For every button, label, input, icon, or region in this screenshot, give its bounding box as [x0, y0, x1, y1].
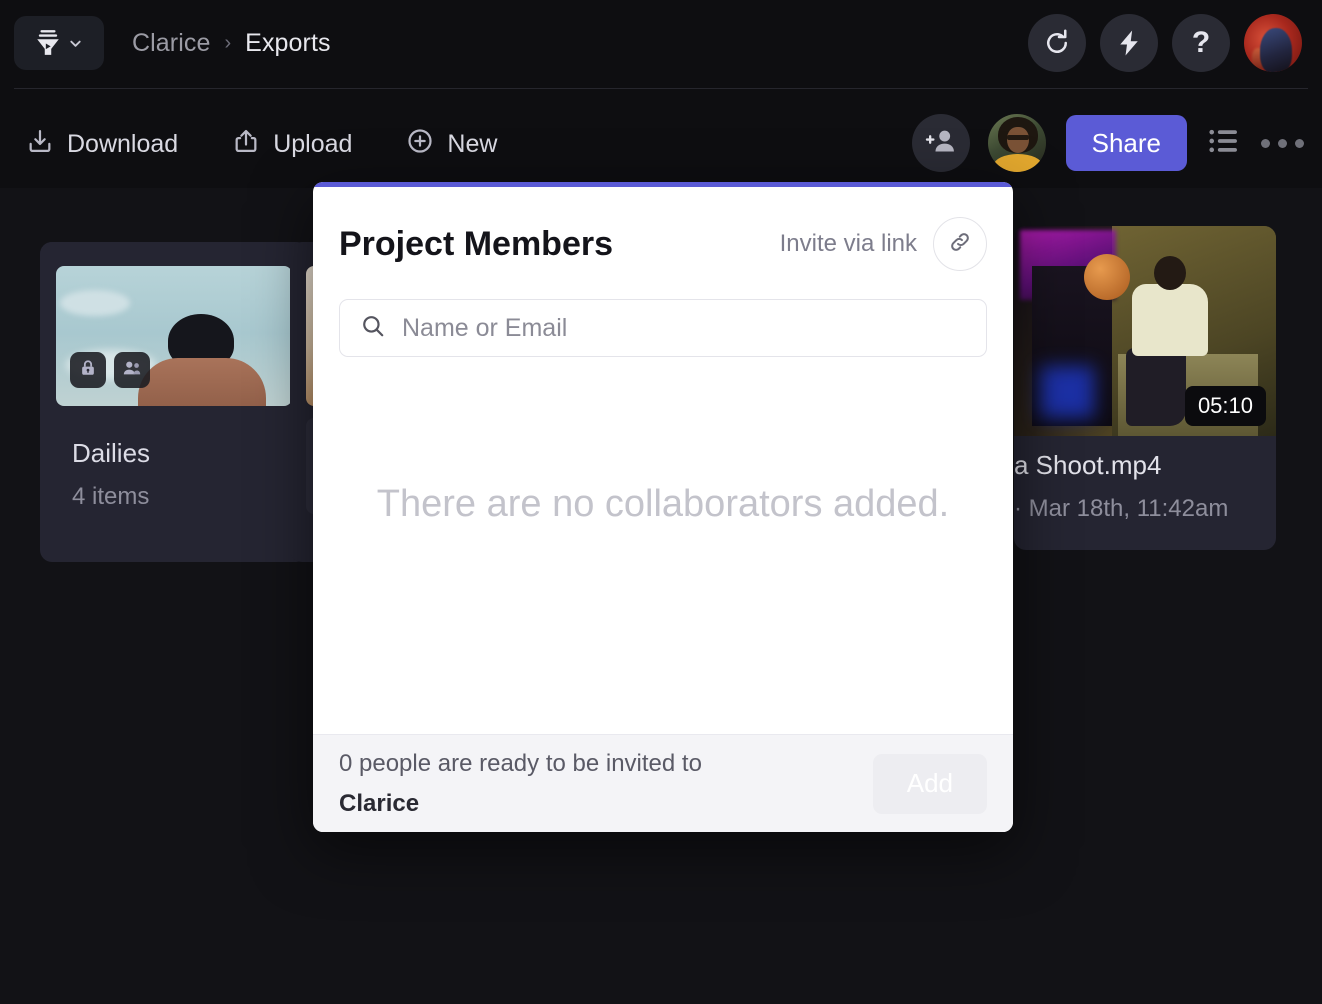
modal-title: Project Members: [339, 225, 613, 264]
new-label: New: [447, 130, 497, 159]
avatar-shirt: [994, 154, 1042, 172]
toolbar-right-actions: Share: [912, 114, 1304, 172]
scene-blue-glow: [1040, 366, 1094, 418]
folder-thumbnail: [56, 266, 292, 406]
add-button[interactable]: Add: [873, 754, 987, 814]
plus-circle-icon: [406, 127, 434, 162]
modal-footer: 0 people are ready to be invited to Clar…: [313, 734, 1013, 832]
quick-actions-button[interactable]: [1100, 14, 1158, 72]
cloud: [60, 290, 130, 316]
lightning-bolt-icon: [1114, 28, 1144, 58]
search-icon: [360, 313, 386, 344]
invite-summary: 0 people are ready to be invited to Clar…: [339, 744, 702, 823]
download-button[interactable]: Download: [16, 121, 188, 168]
subject-legs: [1126, 348, 1186, 426]
link-icon: [947, 229, 973, 260]
action-toolbar: Download Upload New: [0, 100, 1322, 188]
basketball: [1084, 254, 1130, 300]
more-options-button[interactable]: [1261, 139, 1304, 148]
chevron-down-icon: [68, 36, 83, 51]
breadcrumb-current[interactable]: Exports: [245, 29, 330, 58]
folder-title: Dailies: [72, 438, 150, 469]
lock-icon: [79, 359, 97, 382]
search-box[interactable]: [339, 299, 987, 357]
avatar-glasses: [1007, 135, 1029, 140]
top-bar-actions: ?: [1028, 14, 1302, 72]
upload-icon: [232, 127, 260, 162]
workspace-switcher-button[interactable]: [14, 16, 104, 70]
header-divider: [14, 88, 1308, 89]
collaborator-avatar[interactable]: [988, 114, 1046, 172]
duration-badge: 05:10: [1185, 386, 1266, 426]
breadcrumb-root[interactable]: Clarice: [132, 29, 211, 58]
add-person-button[interactable]: [912, 114, 970, 172]
add-person-icon: [925, 125, 957, 162]
invite-via-link-label[interactable]: Invite via link: [780, 230, 917, 258]
video-thumbnail: 05:10: [1014, 226, 1276, 436]
video-card-shoot[interactable]: 05:10 a Shoot.mp4 · Mar 18th, 11:42am: [1014, 226, 1276, 550]
subject-head: [1154, 256, 1186, 290]
breadcrumb: Clarice › Exports: [132, 29, 331, 58]
question-mark-icon: ?: [1192, 28, 1210, 58]
refresh-button[interactable]: [1028, 14, 1086, 72]
subject-body: [1132, 284, 1208, 356]
member-search: [313, 271, 1013, 357]
video-timestamp: · Mar 18th, 11:42am: [1014, 495, 1228, 523]
project-members-modal: Project Members Invite via link: [313, 182, 1013, 832]
folder-badges: [70, 352, 150, 388]
video-title: a Shoot.mp4: [1014, 450, 1228, 481]
more-horizontal-icon: [1261, 139, 1304, 148]
invite-summary-line: 0 people are ready to be invited to: [339, 744, 702, 784]
video-meta: a Shoot.mp4 · Mar 18th, 11:42am: [1014, 450, 1228, 523]
breadcrumb-separator-icon: ›: [225, 33, 232, 53]
modal-header-actions: Invite via link: [780, 217, 987, 271]
user-avatar[interactable]: [1244, 14, 1302, 72]
folder-item-count: 4 items: [72, 483, 150, 511]
avatar-face: [1007, 127, 1029, 153]
new-button[interactable]: New: [396, 121, 507, 168]
list-view-icon: [1207, 126, 1241, 161]
empty-state-message: There are no collaborators added.: [377, 477, 949, 532]
folder-card-dailies[interactable]: Dailies 4 items: [40, 242, 308, 562]
shared-people-badge[interactable]: [114, 352, 150, 388]
upload-label: Upload: [273, 130, 352, 159]
folder-tab: [40, 242, 308, 264]
people-icon: [122, 359, 142, 382]
search-input[interactable]: [402, 314, 966, 343]
frameio-logo-icon: [35, 29, 61, 57]
share-button[interactable]: Share: [1066, 115, 1187, 171]
download-label: Download: [67, 130, 178, 159]
help-button[interactable]: ?: [1172, 14, 1230, 72]
subject-body: [138, 358, 266, 406]
invite-target-project: Clarice: [339, 790, 419, 817]
top-bar: Clarice › Exports: [0, 0, 1322, 86]
empty-collaborators-state: There are no collaborators added.: [313, 357, 1013, 653]
modal-header: Project Members Invite via link: [313, 187, 1013, 271]
app-window: Clarice › Exports: [0, 0, 1322, 1004]
upload-button[interactable]: Upload: [222, 121, 362, 168]
folder-meta: Dailies 4 items: [72, 438, 150, 511]
lock-badge[interactable]: [70, 352, 106, 388]
copy-link-button[interactable]: [933, 217, 987, 271]
list-view-button[interactable]: [1207, 126, 1241, 161]
download-icon: [26, 127, 54, 162]
refresh-icon: [1042, 28, 1072, 58]
